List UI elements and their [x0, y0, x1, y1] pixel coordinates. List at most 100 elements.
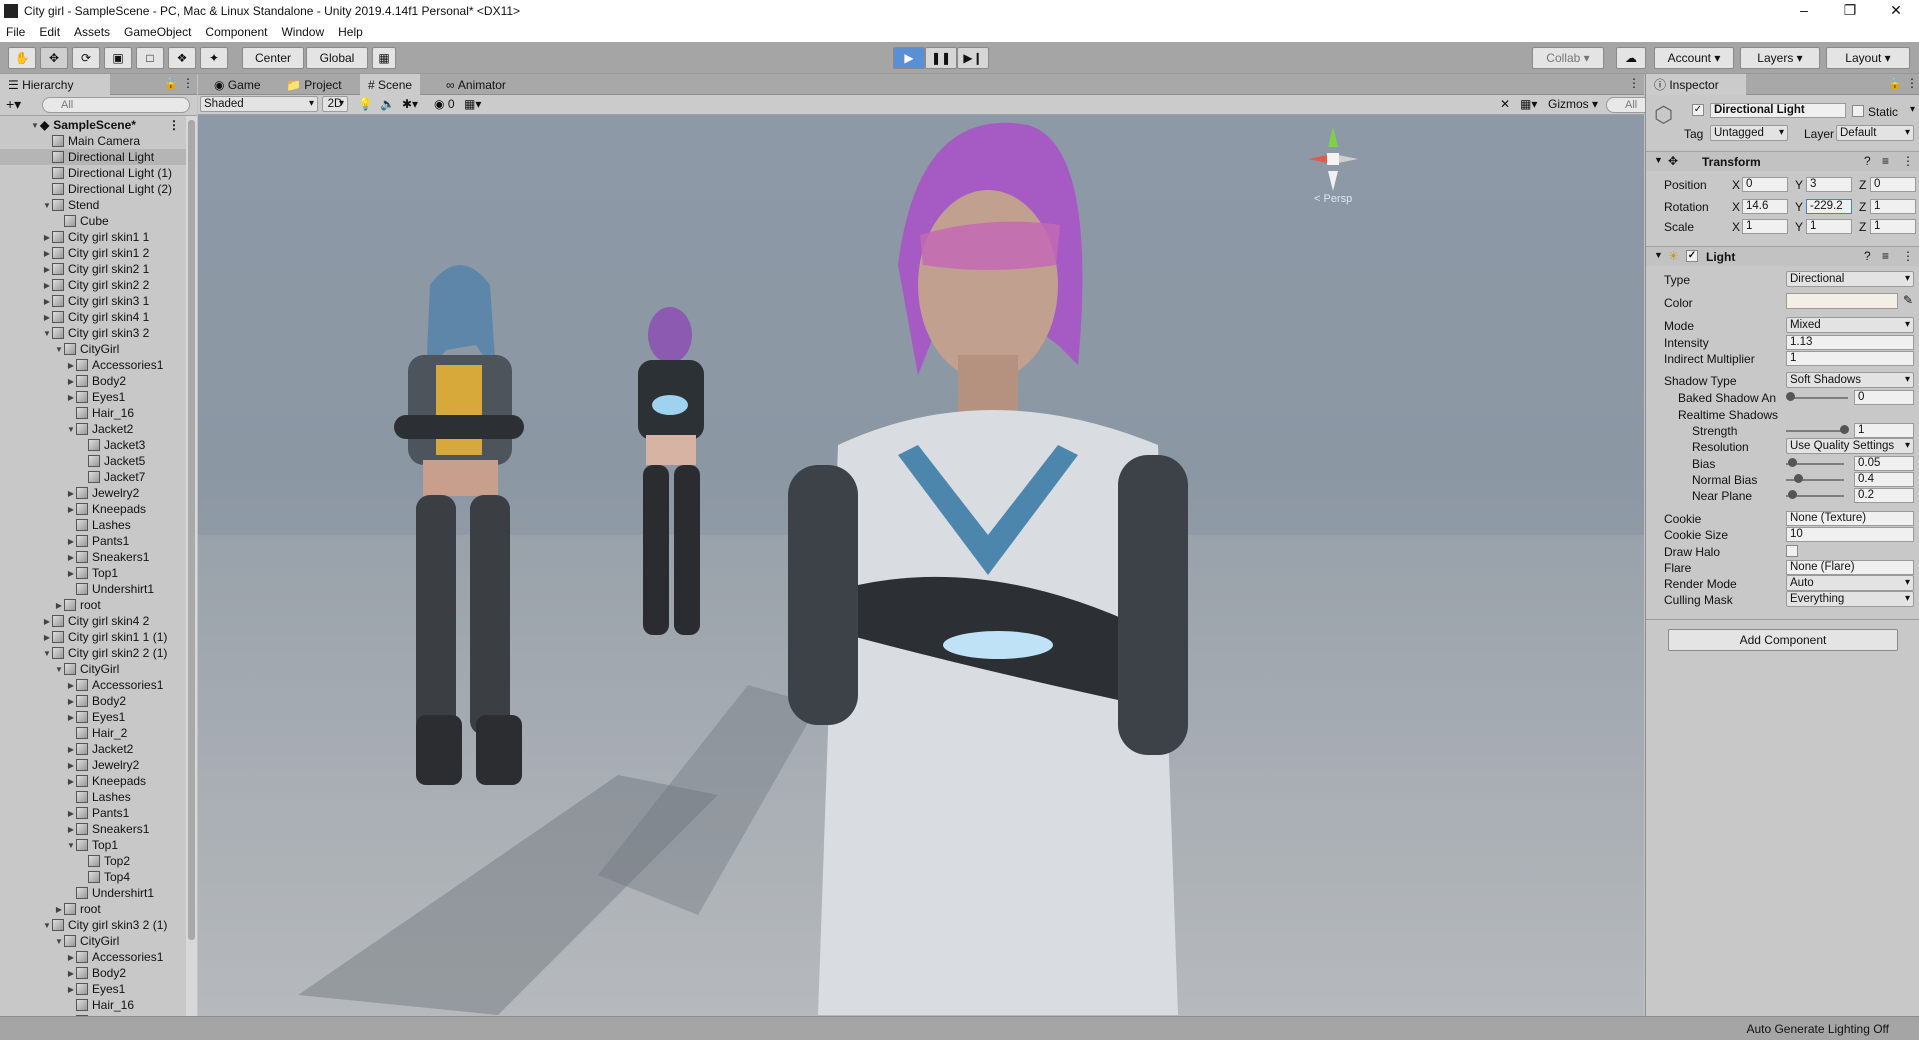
hierarchy-row[interactable]: Main Camera	[0, 133, 186, 149]
layer-dropdown[interactable]: Default	[1836, 125, 1914, 141]
menu-edit[interactable]: Edit	[39, 25, 60, 39]
hand-tool-icon[interactable]: ✋	[8, 47, 36, 69]
tab-project[interactable]: 📁 Project	[278, 74, 350, 95]
hierarchy-row[interactable]: ▶ Eyes1	[0, 389, 186, 405]
hierarchy-row[interactable]: ▶ Top1	[0, 565, 186, 581]
expand-arrow-icon[interactable]: ▶	[54, 601, 64, 610]
expand-arrow-icon[interactable]: ▶	[66, 505, 76, 514]
position-z-field[interactable]: 0	[1870, 177, 1916, 192]
active-checkbox[interactable]: ✓	[1692, 104, 1704, 116]
hierarchy-row[interactable]: ▶ City girl skin2 1	[0, 261, 186, 277]
hierarchy-row[interactable]: ▶ City girl skin2 2	[0, 277, 186, 293]
expand-arrow-icon[interactable]: ▶	[42, 297, 52, 306]
hierarchy-row[interactable]: Directional Light	[0, 149, 186, 165]
hierarchy-row[interactable]: ▼ Jacket2	[0, 421, 186, 437]
resolution-dropdown[interactable]: Use Quality Settings	[1786, 438, 1914, 454]
tag-dropdown[interactable]: Untagged	[1710, 125, 1788, 141]
hierarchy-row[interactable]: ▶ Body2	[0, 373, 186, 389]
grid-snap-icon[interactable]: ▦	[372, 47, 396, 69]
shadow-type-dropdown[interactable]: Soft Shadows	[1786, 372, 1914, 388]
hierarchy-row[interactable]: Directional Light (2)	[0, 181, 186, 197]
expand-arrow-icon[interactable]: ▼	[42, 649, 52, 658]
expand-arrow-icon[interactable]: ▶	[66, 713, 76, 722]
menu-component[interactable]: Component	[205, 25, 267, 39]
expand-arrow-icon[interactable]: ▶	[42, 249, 52, 258]
expand-arrow-icon[interactable]: ▶	[66, 697, 76, 706]
hierarchy-row[interactable]: Jacket7	[0, 469, 186, 485]
scale-x-field[interactable]: 1	[1742, 219, 1788, 234]
expand-arrow-icon[interactable]: ▶	[66, 745, 76, 754]
menu-gameobject[interactable]: GameObject	[124, 25, 191, 39]
cookie-field[interactable]: None (Texture)	[1786, 511, 1914, 526]
hierarchy-row[interactable]: ▶ root	[0, 901, 186, 917]
component-menu-icon[interactable]: ⋮	[1902, 154, 1914, 168]
hierarchy-row[interactable]: ▶ root	[0, 597, 186, 613]
account-dropdown[interactable]: Account ▾	[1654, 47, 1734, 69]
scale-tool-icon[interactable]: ▣	[104, 47, 132, 69]
hierarchy-row[interactable]: ▶ Sneakers1	[0, 549, 186, 565]
culling-mask-dropdown[interactable]: Everything	[1786, 591, 1914, 607]
expand-arrow-icon[interactable]: ▶	[66, 537, 76, 546]
hierarchy-row[interactable]: Undershirt1	[0, 885, 186, 901]
expand-arrow-icon[interactable]: ▶	[42, 633, 52, 642]
hierarchy-row[interactable]: Directional Light (1)	[0, 165, 186, 181]
presets-icon[interactable]: ≡	[1882, 249, 1889, 263]
hierarchy-row[interactable]: ▶ Eyes1	[0, 981, 186, 997]
expand-arrow-icon[interactable]: ▶	[66, 489, 76, 498]
audio-icon[interactable]: 🔈	[380, 97, 395, 111]
expand-arrow-icon[interactable]: ▶	[42, 617, 52, 626]
transform-tool-icon[interactable]: ❖	[168, 47, 196, 69]
menu-assets[interactable]: Assets	[74, 25, 110, 39]
lock-icon[interactable]: 🔒	[164, 77, 178, 90]
add-component-button[interactable]: Add Component	[1668, 629, 1898, 651]
rect-tool-icon[interactable]: □	[136, 47, 164, 69]
expand-arrow-icon[interactable]: ▶	[66, 809, 76, 818]
expand-arrow-icon[interactable]: ▼	[54, 345, 64, 354]
hierarchy-row[interactable]: ▶ City girl skin4 1	[0, 309, 186, 325]
tools-icon[interactable]: ✕	[1500, 97, 1510, 111]
expand-arrow-icon[interactable]: ▼	[42, 921, 52, 930]
hierarchy-row[interactable]: ▶ Eyes1	[0, 709, 186, 725]
gizmos-dropdown[interactable]: Gizmos ▾	[1548, 97, 1598, 111]
help-icon[interactable]: ?	[1864, 154, 1871, 168]
create-plus-icon[interactable]: +▾	[6, 96, 21, 113]
strength-field[interactable]: 1	[1854, 423, 1914, 438]
hierarchy-row[interactable]: ▶ City girl skin3 1	[0, 293, 186, 309]
expand-arrow-icon[interactable]: ▶	[66, 777, 76, 786]
hierarchy-row[interactable]: ▼ Top1	[0, 837, 186, 853]
tab-game[interactable]: ◉ Game	[206, 74, 269, 95]
hierarchy-row[interactable]: Hair_2	[0, 725, 186, 741]
expand-arrow-icon[interactable]: ▼	[54, 937, 64, 946]
position-x-field[interactable]: 0	[1742, 177, 1788, 192]
light-enabled-checkbox[interactable]: ✓	[1686, 250, 1698, 262]
shading-mode-dropdown[interactable]: Shaded	[200, 96, 318, 112]
hierarchy-row[interactable]: ▶ Sneakers1	[0, 821, 186, 837]
presets-icon[interactable]: ≡	[1882, 154, 1889, 168]
expand-arrow-icon[interactable]: ▶	[66, 553, 76, 562]
intensity-field[interactable]: 1.13	[1786, 335, 1914, 350]
foldout-arrow-icon[interactable]: ▼	[1654, 155, 1663, 165]
rotate-tool-icon[interactable]: ⟳	[72, 47, 100, 69]
scrollbar-thumb[interactable]	[188, 120, 195, 940]
strength-slider-knob[interactable]	[1840, 425, 1849, 434]
bias-slider-knob[interactable]	[1788, 458, 1797, 467]
close-icon[interactable]: ✕	[1873, 0, 1919, 22]
collab-dropdown[interactable]: Collab ▾	[1532, 47, 1604, 69]
expand-arrow-icon[interactable]: ▼	[66, 425, 76, 434]
light-type-dropdown[interactable]: Directional	[1786, 271, 1914, 287]
expand-arrow-icon[interactable]: ▶	[66, 361, 76, 370]
hierarchy-scrollbar[interactable]	[186, 116, 197, 1016]
expand-arrow-icon[interactable]: ▶	[66, 681, 76, 690]
hierarchy-row[interactable]: ▼ City girl skin3 2	[0, 325, 186, 341]
hierarchy-row[interactable]: ▶ Body2	[0, 965, 186, 981]
step-button[interactable]: ▶❙	[957, 47, 989, 69]
normal-bias-slider-knob[interactable]	[1794, 474, 1803, 483]
hierarchy-row[interactable]: ▶ Pants1	[0, 533, 186, 549]
hierarchy-row[interactable]: ▶ Jewelry2	[0, 485, 186, 501]
hierarchy-row[interactable]: ▼ CityGirl	[0, 661, 186, 677]
lighting-icon[interactable]: 💡	[358, 97, 373, 111]
hierarchy-row[interactable]: ▶ City girl skin4 2	[0, 613, 186, 629]
layers-dropdown[interactable]: Layers ▾	[1740, 47, 1820, 69]
camera-icon[interactable]: ▦▾	[1520, 97, 1537, 111]
expand-arrow-icon[interactable]: ▶	[66, 393, 76, 402]
